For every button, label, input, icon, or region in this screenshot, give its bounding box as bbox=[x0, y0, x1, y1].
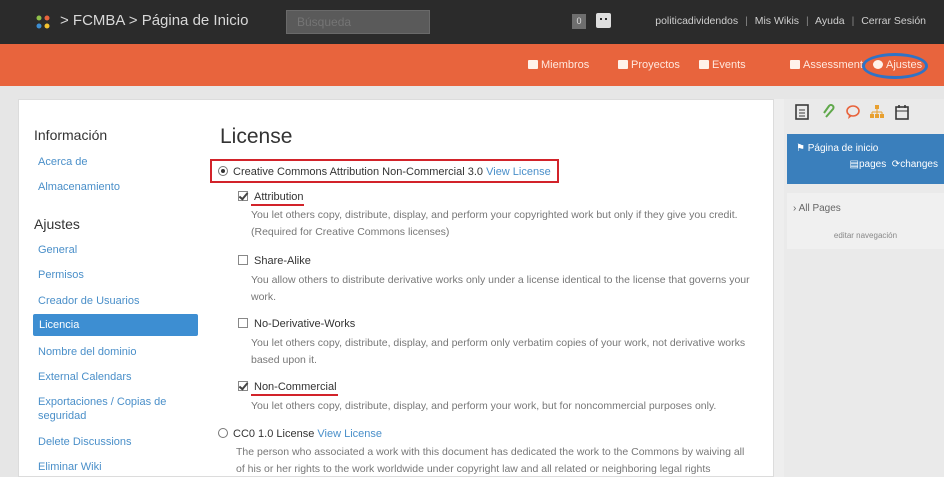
members-icon bbox=[528, 60, 538, 69]
noderiv-label: No-Derivative-Works bbox=[254, 318, 356, 330]
chart-icon bbox=[790, 60, 800, 69]
nav-events[interactable]: Events bbox=[699, 59, 746, 71]
noncommercial-description: You let others copy, distribute, display… bbox=[251, 400, 717, 412]
nav-assessment-label: Assessment bbox=[803, 59, 863, 71]
info-heading: Información bbox=[34, 127, 108, 143]
nav-projects-label: Proyectos bbox=[631, 59, 680, 71]
logo-icon[interactable] bbox=[34, 13, 52, 31]
nav-events-label: Events bbox=[712, 59, 746, 71]
page-title: License bbox=[220, 125, 293, 148]
noncommercial-checkbox[interactable] bbox=[238, 381, 248, 391]
settings-heading: Ajustes bbox=[34, 216, 80, 232]
sidebar-item-general[interactable]: General bbox=[38, 244, 77, 256]
sidebar-item-permissions[interactable]: Permisos bbox=[38, 269, 84, 281]
sidebar-item-domain[interactable]: Nombre del dominio bbox=[38, 346, 136, 358]
chat-icon[interactable] bbox=[596, 13, 611, 28]
nav-projects[interactable]: Proyectos bbox=[618, 59, 680, 71]
sidebar-item-delete-wiki[interactable]: Eliminar Wiki bbox=[38, 461, 102, 473]
projects-icon bbox=[618, 60, 628, 69]
attribution-label: Attribution bbox=[254, 191, 304, 203]
noderiv-description: You let others copy, distribute, display… bbox=[251, 337, 746, 366]
pages-link[interactable]: pages bbox=[859, 159, 886, 170]
cc-license-highlight bbox=[210, 159, 559, 183]
sidebar-item-calendars[interactable]: External Calendars bbox=[38, 371, 132, 383]
sidebar-item-exports-cont[interactable]: seguridad bbox=[38, 410, 86, 422]
sidebar-item-exports[interactable]: Exportaciones / Copias de bbox=[38, 396, 166, 408]
comment-icon[interactable] bbox=[846, 104, 860, 120]
sharealike-option[interactable]: Share-Alike bbox=[238, 255, 311, 267]
home-page-title[interactable]: ⚑ Página de inicio bbox=[796, 143, 878, 154]
all-pages-label: All Pages bbox=[798, 203, 841, 214]
sidebar-item-license[interactable]: Licencia bbox=[33, 314, 198, 336]
pages-icon: ▤ bbox=[849, 159, 859, 170]
nav-members[interactable]: Miembros bbox=[528, 59, 589, 71]
top-bar: > FCMBA > Página de Inicio 0 politicadiv… bbox=[0, 0, 944, 44]
noncommercial-option[interactable]: Non-Commercial bbox=[238, 381, 337, 393]
separator: | bbox=[745, 15, 748, 27]
sidebar-item-user-creator[interactable]: Creador de Usuarios bbox=[38, 295, 140, 307]
sidebar-item-storage[interactable]: Almacenamiento bbox=[38, 181, 120, 193]
nav-members-label: Miembros bbox=[541, 59, 590, 71]
sharealike-description: You allow others to distribute derivativ… bbox=[251, 274, 750, 303]
home-page-box[interactable]: ⚑ Página de inicio ▤pages ⟳changes bbox=[787, 134, 944, 184]
attribution-underline bbox=[251, 204, 304, 206]
calendar-icon[interactable] bbox=[895, 104, 909, 120]
attribution-option[interactable]: Attribution bbox=[238, 191, 304, 203]
attribution-description: You let others copy, distribute, display… bbox=[251, 209, 738, 238]
separator: | bbox=[805, 15, 809, 27]
noderiv-checkbox[interactable] bbox=[238, 318, 248, 328]
noncommercial-label: Non-Commercial bbox=[254, 381, 337, 393]
edit-navigation-link[interactable]: editar navegación bbox=[787, 231, 944, 240]
cc0-license-option[interactable]: CC0 1.0 License View License bbox=[218, 428, 382, 440]
help-link[interactable]: Ayuda bbox=[815, 15, 845, 27]
changes-link[interactable]: changes bbox=[900, 159, 938, 170]
noncommercial-underline bbox=[251, 394, 338, 396]
scrollbar-track[interactable] bbox=[774, 99, 784, 477]
username-link[interactable]: politicadividendos bbox=[655, 15, 738, 27]
home-icon: ⚑ bbox=[796, 143, 808, 154]
sidebar-item-about[interactable]: Acerca de bbox=[38, 156, 88, 168]
home-page-label: Página de inicio bbox=[807, 143, 879, 154]
cc0-license-radio[interactable] bbox=[218, 428, 228, 438]
settings-highlight-ring bbox=[862, 53, 928, 79]
cc0-license-label: CC0 1.0 License bbox=[233, 428, 315, 440]
attribution-checkbox[interactable] bbox=[238, 191, 248, 201]
nav-assessment[interactable]: Assessment bbox=[790, 59, 863, 71]
calendar-icon bbox=[699, 60, 709, 69]
separator: | bbox=[851, 15, 855, 27]
main-nav: Miembros Proyectos Events Assessment Aju… bbox=[0, 44, 944, 86]
changes-icon: ⟳ bbox=[891, 159, 901, 170]
notification-badge[interactable]: 0 bbox=[572, 14, 586, 29]
paperclip-icon[interactable] bbox=[822, 104, 836, 120]
sharealike-label: Share-Alike bbox=[254, 255, 311, 267]
home-page-actions: ▤pages ⟳changes bbox=[850, 159, 938, 170]
all-pages-box: › All Pages editar navegación bbox=[787, 193, 944, 249]
logout-link[interactable]: Cerrar Sesión bbox=[861, 15, 926, 27]
page-icon[interactable] bbox=[795, 104, 809, 120]
sidebar-item-delete-discussions[interactable]: Delete Discussions bbox=[38, 436, 132, 448]
search-input[interactable] bbox=[286, 10, 430, 34]
user-links: politicadividendos | Mis Wikis | Ayuda |… bbox=[655, 15, 926, 27]
cc0-description: The person who associated a work with th… bbox=[236, 446, 745, 475]
my-wikis-link[interactable]: Mis Wikis bbox=[755, 15, 799, 27]
sharealike-checkbox[interactable] bbox=[238, 255, 248, 265]
noderiv-option[interactable]: No-Derivative-Works bbox=[238, 318, 355, 330]
cc0-view-license-link[interactable]: View License bbox=[317, 428, 382, 440]
breadcrumb[interactable]: > FCMBA > Página de Inicio bbox=[60, 12, 248, 29]
hierarchy-icon[interactable] bbox=[870, 104, 884, 120]
all-pages-link[interactable]: › All Pages bbox=[793, 203, 841, 214]
